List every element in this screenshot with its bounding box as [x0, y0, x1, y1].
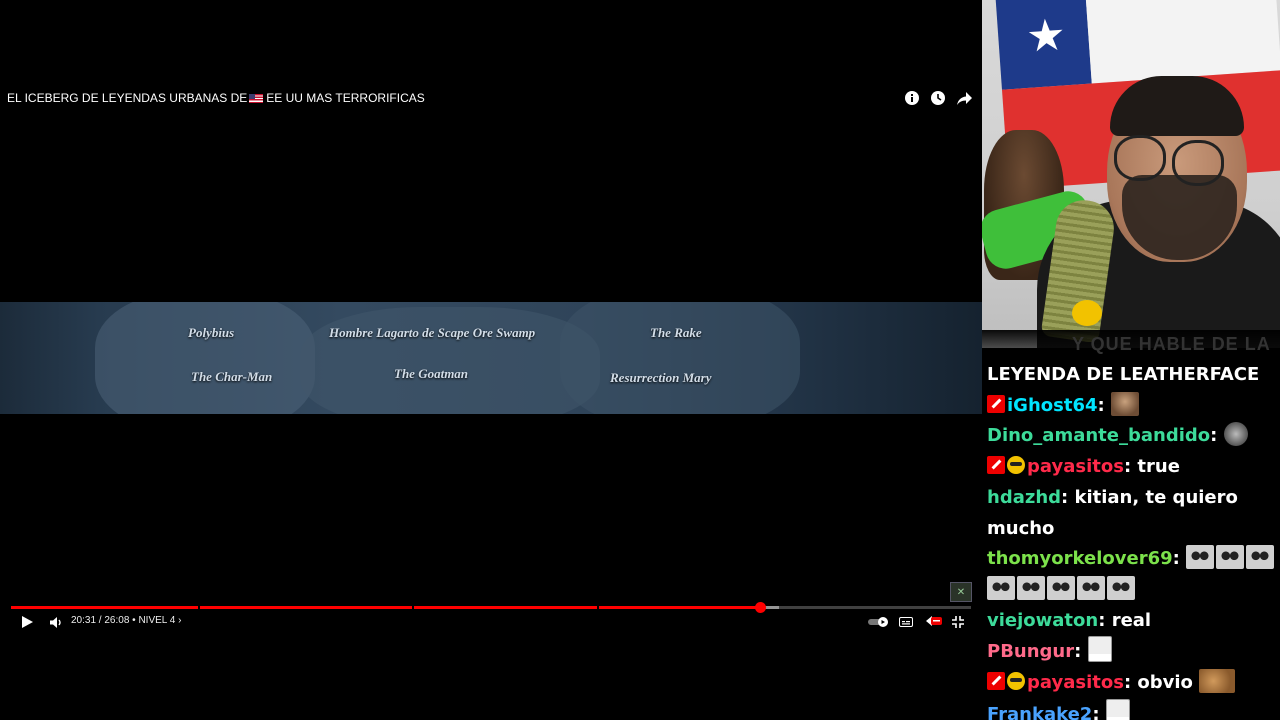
- chat-message-text: obvio: [1137, 672, 1200, 694]
- chat-message: iGhost64:: [987, 391, 1280, 422]
- chat-header-line: LEYENDA DE LEATHERFACE: [987, 364, 1260, 385]
- chat-message: thomyorkelover69:: [987, 544, 1280, 605]
- alien-emote-icon: [1107, 575, 1135, 600]
- chat-separator: :: [1123, 456, 1138, 478]
- true-emote-icon: [1087, 636, 1112, 663]
- alien-emote-icon: [1077, 575, 1105, 600]
- chat-message-text: true: [1137, 456, 1180, 478]
- chat-separator: :: [1123, 672, 1138, 694]
- chat-username[interactable]: Dino_amante_bandido: [987, 425, 1210, 446]
- moderator-badge-icon[interactable]: [987, 456, 1005, 475]
- true-emote-icon: [1105, 698, 1130, 720]
- progress-played: [11, 606, 760, 609]
- chat-username[interactable]: Frankake2: [987, 704, 1092, 720]
- iceberg-rock: [95, 302, 315, 414]
- cat-emote-icon: [1199, 669, 1236, 694]
- webcam-feed: ★: [982, 0, 1280, 348]
- ball-emote-icon: [1223, 422, 1248, 447]
- emoji-badge-icon[interactable]: [1007, 456, 1025, 475]
- chat-username[interactable]: payasitos: [1027, 456, 1124, 477]
- chat-username[interactable]: thomyorkelover69: [987, 548, 1173, 569]
- chapter-marker: [198, 606, 201, 609]
- live-badge-icon[interactable]: [923, 612, 943, 632]
- chat-username[interactable]: hdazhd: [987, 487, 1061, 508]
- alien-emote-icon: [987, 575, 1015, 600]
- video-title[interactable]: EL ICEBERG DE LEYENDAS URBANAS DE EE UU M…: [7, 91, 425, 105]
- legend-label: Resurrection Mary: [610, 370, 712, 385]
- video-player[interactable]: EL ICEBERG DE LEYENDAS URBANAS DE EE UU M…: [0, 0, 982, 720]
- chapter-marker: [596, 606, 599, 609]
- chat-message: PBungur:: [987, 636, 1280, 668]
- player-controls: 20:31 / 26:08 • NIVEL 4 ›: [0, 612, 982, 632]
- channel-watermark-icon[interactable]: ✕: [950, 582, 972, 602]
- subtitles-icon[interactable]: [897, 612, 915, 632]
- alien-emote-icon: [1216, 545, 1245, 570]
- alien-emote-icon: [1186, 545, 1215, 570]
- chat-overlay: Y QUE HABLE DE LA LEYENDA DE LEATHERFACE…: [982, 330, 1280, 720]
- video-title-part2: EE UU MAS TERRORIFICAS: [266, 91, 425, 105]
- top-icon-bar: [904, 90, 972, 106]
- chat-message-text: real: [1111, 609, 1152, 631]
- chat-message: Frankake2:: [987, 698, 1280, 720]
- info-icon[interactable]: [904, 90, 920, 106]
- share-icon[interactable]: [956, 90, 972, 106]
- play-icon[interactable]: [18, 612, 36, 632]
- chat-separator: :: [1074, 641, 1088, 663]
- legend-label: The Char-Man: [191, 369, 273, 384]
- alien-emote-icon: [1017, 575, 1045, 600]
- chat-username[interactable]: PBungur: [987, 641, 1074, 662]
- chat-username[interactable]: viejowaton: [987, 610, 1098, 631]
- chat-username[interactable]: iGhost64: [1007, 395, 1098, 416]
- chapter-marker: [412, 606, 415, 609]
- us-flag-icon: [249, 94, 264, 103]
- alien-emote-icon: [1047, 575, 1075, 600]
- alien-emote-icon: [1246, 545, 1275, 570]
- microphone-clip: [1072, 300, 1102, 326]
- chat-separator: :: [1210, 425, 1224, 447]
- iceberg-rock: [300, 307, 600, 414]
- legend-label: The Rake: [650, 325, 702, 340]
- glasses: [1114, 135, 1166, 181]
- moderator-badge-icon[interactable]: [987, 672, 1005, 691]
- chat-message: payasitos: true: [987, 452, 1280, 483]
- chat-message: hdazhd: kitian, te quiero mucho: [987, 483, 1280, 544]
- moderator-badge-icon[interactable]: [987, 394, 1005, 413]
- iceberg-rock: [560, 302, 800, 414]
- iceberg-frame: Polybius Hombre Lagarto de Scape Ore Swa…: [0, 302, 982, 414]
- volume-icon[interactable]: [47, 612, 65, 632]
- chat-message: viejowaton: real: [987, 606, 1280, 637]
- chat-username[interactable]: payasitos: [1027, 672, 1124, 693]
- chat-separator: :: [1172, 548, 1187, 570]
- time-readout[interactable]: 20:31 / 26:08 • NIVEL 4 ›: [71, 615, 181, 626]
- chat-message: payasitos: obvio: [987, 668, 1280, 699]
- legend-label: Hombre Lagarto de Scape Ore Swamp: [329, 325, 536, 340]
- emoji-badge-icon[interactable]: [1007, 672, 1025, 691]
- watch-later-icon[interactable]: [930, 90, 946, 106]
- glasses: [1172, 140, 1224, 186]
- exit-fullscreen-icon[interactable]: [950, 612, 966, 632]
- chat-separator: :: [1097, 394, 1111, 416]
- chat-separator: :: [1098, 609, 1112, 631]
- legend-label: Polybius: [188, 325, 235, 340]
- chat-separator: :: [1061, 486, 1075, 508]
- chat-separator: :: [1092, 703, 1106, 720]
- chat-faded-header: Y QUE HABLE DE LA: [1072, 334, 1271, 354]
- chat-message-list: LEYENDA DE LEATHERFACE iGhost64: Dino_am…: [987, 360, 1280, 720]
- chat-message: Dino_amante_bandido:: [987, 421, 1280, 452]
- video-title-part1: EL ICEBERG DE LEYENDAS URBANAS DE: [7, 91, 248, 105]
- autoplay-toggle-icon[interactable]: [868, 612, 890, 632]
- progress-bar[interactable]: [11, 602, 971, 613]
- legend-label: The Goatman: [394, 366, 469, 381]
- face-emote-icon: [1110, 391, 1139, 416]
